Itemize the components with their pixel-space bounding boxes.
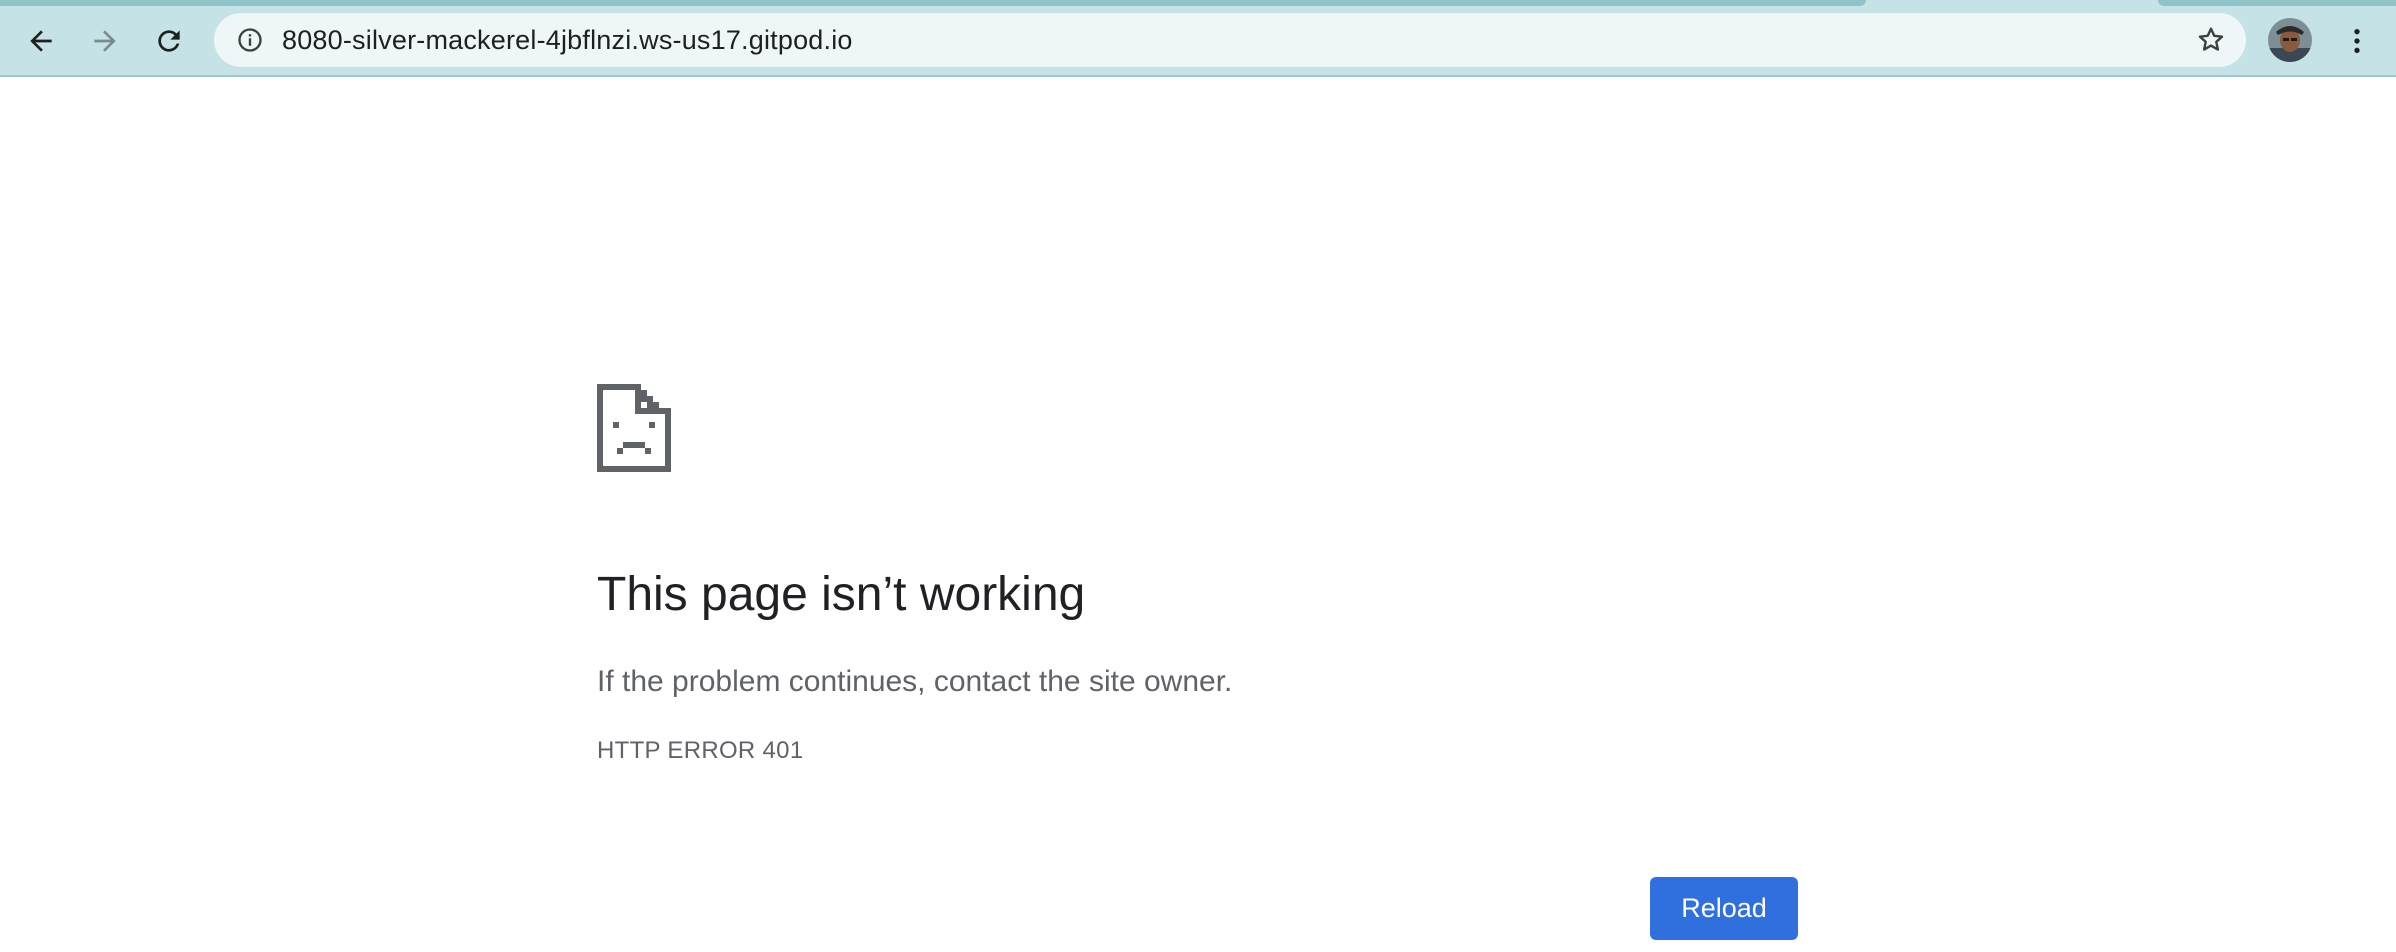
info-icon[interactable] <box>234 24 266 56</box>
arrow-right-icon <box>94 30 116 52</box>
profile-avatar[interactable] <box>2268 18 2312 62</box>
browser-menu-button[interactable] <box>2330 14 2384 68</box>
arrow-left-icon <box>30 30 52 52</box>
tab-strip-edge <box>0 0 1866 6</box>
reload-button[interactable]: Reload <box>1650 877 1798 940</box>
url-text[interactable]: 8080-silver-mackerel-4jbflnzi.ws-us17.gi… <box>282 13 853 67</box>
tab-strip-edge <box>2158 0 2396 6</box>
back-button[interactable] <box>14 14 68 68</box>
refresh-icon <box>158 30 180 52</box>
star-icon[interactable] <box>2194 23 2228 57</box>
reload-page-button[interactable] <box>142 14 196 68</box>
address-bar[interactable]: 8080-silver-mackerel-4jbflnzi.ws-us17.gi… <box>214 13 2246 67</box>
error-code: HTTP ERROR 401 <box>597 737 804 764</box>
error-title: This page isn’t working <box>597 568 1086 621</box>
forward-button[interactable] <box>78 14 132 68</box>
error-description: If the problem continues, contact the si… <box>597 665 1233 698</box>
vertical-dots-icon <box>2354 29 2360 53</box>
sad-page-icon <box>597 384 671 472</box>
browser-toolbar: 8080-silver-mackerel-4jbflnzi.ws-us17.gi… <box>0 0 2396 77</box>
